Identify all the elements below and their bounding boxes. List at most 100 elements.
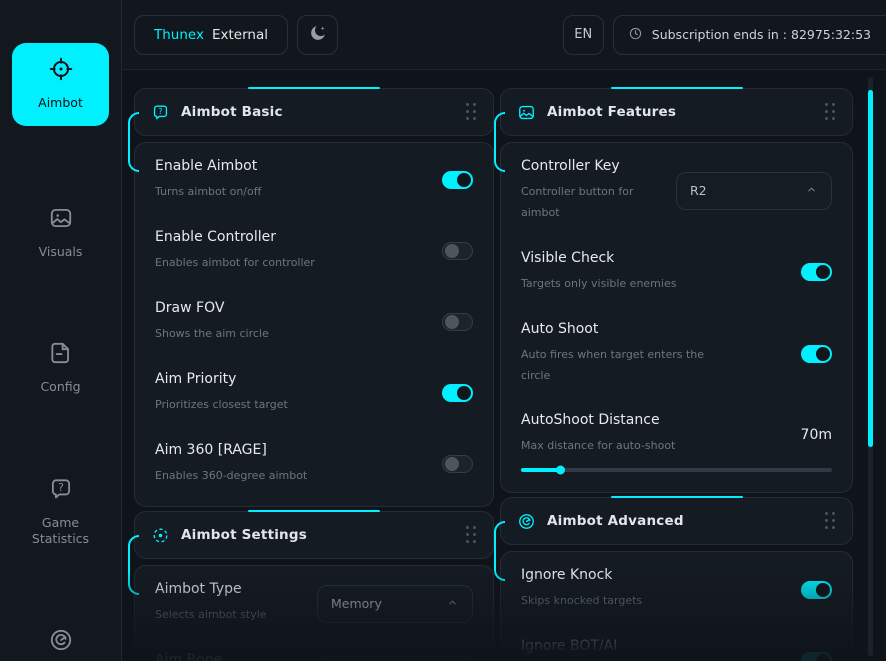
slider-thumb[interactable] xyxy=(556,466,565,475)
card-title: Aimbot Basic xyxy=(181,104,283,120)
setting-text: Controller KeyController button for aimb… xyxy=(521,158,664,224)
sidebar-item-settings[interactable]: Settings xyxy=(12,614,109,661)
auto-shoot-toggle[interactable] xyxy=(801,345,832,363)
card-body: Ignore KnockSkips knocked targetsIgnore … xyxy=(500,551,853,661)
aim-360-rage-toggle[interactable] xyxy=(442,455,473,473)
setting-text: Aim BoneChooses the aim body part xyxy=(155,652,304,661)
setting-text: Enable ControllerEnables aimbot for cont… xyxy=(155,229,315,274)
chevron-up-icon xyxy=(446,594,459,613)
content-column-left: ? Aimbot Basic Enable AimbotTurns aimbot o… xyxy=(134,88,494,661)
clock-icon xyxy=(628,26,643,44)
setting-text: Ignore KnockSkips knocked targets xyxy=(521,567,642,612)
setting-text: Aim Priority Prioritizes closest target xyxy=(155,371,288,416)
setting-text: Enable AimbotTurns aimbot on/off xyxy=(155,158,261,203)
card-accent-line xyxy=(611,496,743,498)
card-body: Aimbot TypeSelects aimbot styleMemoryAim… xyxy=(134,565,494,661)
image-icon xyxy=(48,205,74,235)
card-accent-bracket xyxy=(494,521,505,581)
setting-text: Aimbot TypeSelects aimbot style xyxy=(155,581,267,626)
visible-check-toggle[interactable] xyxy=(801,263,832,281)
card-title: Aimbot Features xyxy=(547,104,676,120)
autoshoot-distance-slider[interactable] xyxy=(521,468,832,472)
theme-toggle-button[interactable] xyxy=(297,15,338,55)
card-accent-bracket xyxy=(128,112,139,172)
sidebar-item-game-statistics[interactable]: ?Game Statistics xyxy=(12,463,109,561)
spiral-icon xyxy=(517,512,536,531)
card-header: Aimbot Advanced xyxy=(500,497,853,545)
controller-key-select[interactable]: R2 xyxy=(676,172,832,210)
app-window: AimbotVisualsConfig?Game StatisticsSetti… xyxy=(0,0,886,661)
setting-label: Draw FOV xyxy=(155,300,269,316)
toggle-knob xyxy=(816,265,830,279)
subscription-text: Subscription ends in : 82975:32:53 xyxy=(652,27,871,42)
language-button[interactable]: EN xyxy=(563,15,604,55)
setting-label: Aim Priority xyxy=(155,371,288,387)
draw-fov-toggle[interactable] xyxy=(442,313,473,331)
sidebar-item-label: Game Statistics xyxy=(14,515,107,546)
select-value: R2 xyxy=(690,183,707,198)
setting-label: Visible Check xyxy=(521,250,676,266)
card-header: Aimbot Features xyxy=(500,88,853,136)
setting-description: Targets only visible enemies xyxy=(521,274,676,295)
drag-handle-icon[interactable] xyxy=(825,103,836,121)
setting-text: Visible Check Targets only visible enemie… xyxy=(521,250,676,295)
card-title: Aimbot Settings xyxy=(181,527,307,543)
sidebar-item-label: Visuals xyxy=(39,244,83,260)
setting-label: Aim 360 [RAGE] xyxy=(155,442,307,458)
setting-description: Max distance for auto-shoot xyxy=(521,436,675,457)
slider-value: 70m xyxy=(801,427,832,443)
setting-text: Aim 360 [RAGE] Enables 360-degree aimbot xyxy=(155,442,307,487)
drag-handle-icon[interactable] xyxy=(825,512,836,530)
card-accent-line xyxy=(611,87,743,89)
sidebar-nav: Aimbot Visuals Config ?Game Statistics Setti… xyxy=(12,43,109,661)
setting-label: Controller Key xyxy=(521,158,664,174)
setting-row-aimbot-type: Aimbot TypeSelects aimbot style Memory xyxy=(155,581,473,626)
setting-description: Prioritizes closest target xyxy=(155,395,288,416)
setting-row-ignore-knock: Ignore KnockSkips knocked targets xyxy=(521,567,832,612)
main-area: Thunex External EN Subscription ends in … xyxy=(122,0,886,661)
aimbot-type-select[interactable]: Memory xyxy=(317,585,473,623)
setting-text: Ignore BOT/AISkips BOT/AI targets xyxy=(521,638,634,661)
setting-row-draw-fov: Draw FOV Shows the aim circle xyxy=(155,300,473,345)
setting-label: Ignore BOT/AI xyxy=(521,638,634,654)
toggle-knob xyxy=(457,173,471,187)
moon-icon xyxy=(308,23,328,46)
brand-name: Thunex xyxy=(154,27,204,43)
toggle-knob xyxy=(816,583,830,597)
setting-label: Aim Bone xyxy=(155,652,304,661)
sidebar-item-aimbot[interactable]: Aimbot xyxy=(12,43,109,126)
brand-button[interactable]: Thunex External xyxy=(134,15,288,55)
spiral-icon xyxy=(48,627,74,657)
enable-aimbot-toggle[interactable] xyxy=(442,171,473,189)
aim-priority-toggle[interactable] xyxy=(442,384,473,402)
content-column-right: Aimbot Features Controller KeyController … xyxy=(500,88,853,661)
select-value: Memory xyxy=(331,596,382,611)
card-aimbot-basic: ? Aimbot Basic Enable AimbotTurns aimbot o… xyxy=(134,88,494,507)
aim-bone-select[interactable]: Head xyxy=(317,656,473,661)
chat-question-icon: ? xyxy=(151,103,170,122)
sidebar-item-config[interactable]: Config xyxy=(12,327,109,410)
setting-row-visible-check: Visible Check Targets only visible enemie… xyxy=(521,250,832,295)
scrollbar-thumb[interactable] xyxy=(868,90,873,447)
setting-label: Ignore Knock xyxy=(521,567,642,583)
setting-description: Enables 360-degree aimbot xyxy=(155,466,307,487)
ignore-bot-ai-toggle[interactable] xyxy=(801,652,832,661)
drag-handle-icon[interactable] xyxy=(466,103,477,121)
setting-row-autoshoot-distance: AutoShoot DistanceMax distance for auto-… xyxy=(521,412,832,472)
setting-row-aim-priority: Aim Priority Prioritizes closest target xyxy=(155,371,473,416)
ignore-knock-toggle[interactable] xyxy=(801,581,832,599)
settings-content: ? Aimbot Basic Enable AimbotTurns aimbot o… xyxy=(122,70,886,661)
svg-text:?: ? xyxy=(158,107,162,116)
setting-description: Auto fires when target enters the circle xyxy=(521,345,726,387)
setting-row-enable-controller: Enable ControllerEnables aimbot for cont… xyxy=(155,229,473,274)
enable-controller-toggle[interactable] xyxy=(442,242,473,260)
target-dashed-icon xyxy=(151,526,170,545)
drag-handle-icon[interactable] xyxy=(466,526,477,544)
setting-description: Shows the aim circle xyxy=(155,324,269,345)
topbar: Thunex External EN Subscription ends in … xyxy=(122,0,886,70)
setting-description: Selects aimbot style xyxy=(155,605,267,626)
setting-label: Auto Shoot xyxy=(521,321,726,337)
sidebar-item-visuals[interactable]: Visuals xyxy=(12,192,109,275)
setting-row-auto-shoot: Auto Shoot Auto fires when target enters … xyxy=(521,321,832,387)
slider-fill xyxy=(521,468,561,472)
